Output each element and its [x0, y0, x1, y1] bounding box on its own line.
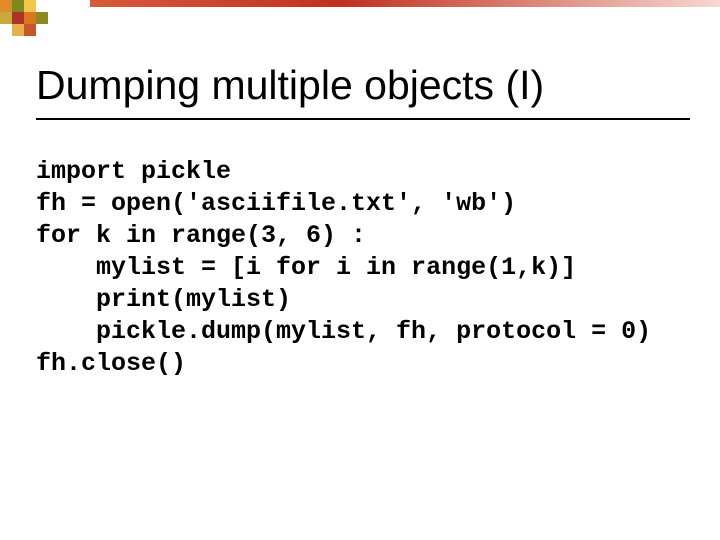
- decor-pixel: [24, 0, 36, 12]
- decor-pixel: [12, 12, 24, 24]
- slide-decoration: [0, 0, 720, 42]
- decor-pixel: [24, 12, 36, 24]
- accent-bar: [90, 0, 720, 7]
- decor-pixel: [36, 12, 48, 24]
- decor-pixel: [12, 0, 24, 12]
- decor-pixel: [0, 0, 12, 12]
- decor-pixel: [12, 24, 24, 36]
- code-block: import pickle fh = open('asciifile.txt',…: [36, 156, 690, 380]
- slide: Dumping multiple objects (I) import pick…: [0, 0, 720, 540]
- slide-title: Dumping multiple objects (I): [36, 62, 684, 109]
- title-underline: [36, 118, 690, 120]
- decor-pixel: [24, 24, 36, 36]
- decor-pixel: [0, 12, 12, 24]
